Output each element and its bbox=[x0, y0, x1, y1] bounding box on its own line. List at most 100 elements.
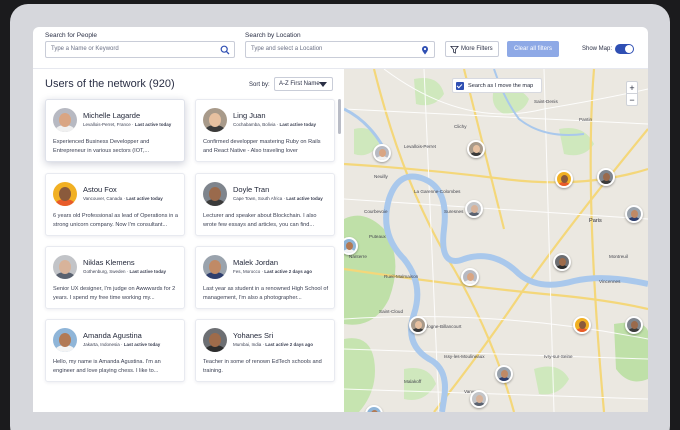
avatar-face bbox=[59, 187, 71, 201]
search-location-placeholder: Type and select a Location bbox=[251, 46, 323, 52]
map-user-pin[interactable] bbox=[625, 205, 643, 223]
map-label: Suresnes bbox=[444, 209, 464, 214]
avatar[interactable] bbox=[203, 182, 227, 206]
map-user-pin[interactable] bbox=[555, 170, 573, 188]
user-name[interactable]: Ling Juan bbox=[233, 111, 266, 120]
search-as-move-checkbox[interactable]: Search as I move the map bbox=[452, 78, 542, 93]
user-card[interactable]: Doyle Tran Cape Town, South Africa · Last… bbox=[195, 173, 335, 236]
user-bio: Experienced Business Developper and Entr… bbox=[53, 139, 150, 154]
map-label: Saint-Denis bbox=[534, 99, 558, 104]
map-user-pin[interactable] bbox=[470, 390, 488, 408]
search-people-input[interactable]: Type a Name or Keyword bbox=[45, 41, 235, 58]
user-last-active: Last active today bbox=[279, 122, 317, 127]
user-card[interactable]: Malek Jordan Fes, Morocco · Last active 2… bbox=[195, 246, 335, 309]
map-label: Malakoff bbox=[404, 379, 422, 384]
avatar-face bbox=[209, 333, 221, 347]
map-user-pin[interactable] bbox=[553, 253, 571, 271]
map-user-pin[interactable] bbox=[467, 140, 485, 158]
user-last-active: Last active today bbox=[126, 196, 163, 201]
map-user-pin[interactable] bbox=[461, 268, 479, 286]
user-name[interactable]: Doyle Tran bbox=[233, 185, 269, 194]
map-panel[interactable]: Saint-Denis Clichy Pantin Levallois-Perret N… bbox=[344, 69, 648, 412]
user-name[interactable]: Amanda Agustina bbox=[83, 331, 142, 340]
pin-avatar-face bbox=[346, 242, 353, 250]
user-last-active: Last active today bbox=[129, 269, 167, 274]
avatar[interactable] bbox=[203, 255, 227, 279]
list-title: Users of the network (920) bbox=[45, 78, 175, 90]
user-location: Vancouver, Canada bbox=[83, 196, 123, 201]
user-meta: Cochabamba, Bolivia · Last active today bbox=[233, 122, 317, 127]
user-last-active: Last active today bbox=[134, 122, 172, 127]
user-location: Mumbai, India bbox=[233, 342, 262, 347]
avatar[interactable] bbox=[203, 328, 227, 352]
pin-avatar-face bbox=[379, 149, 386, 157]
search-location-input[interactable]: Type and select a Location bbox=[245, 41, 435, 58]
pin-avatar-face bbox=[603, 173, 610, 181]
map-user-pin[interactable] bbox=[625, 316, 643, 334]
show-map-toggle[interactable] bbox=[615, 44, 634, 54]
avatar-face bbox=[209, 187, 221, 201]
map-label: Puteaux bbox=[369, 234, 386, 239]
user-last-active: Last active 2 days ago bbox=[264, 269, 313, 274]
pin-avatar-face bbox=[579, 321, 586, 329]
map-user-pin[interactable] bbox=[465, 200, 483, 218]
map-canvas bbox=[344, 69, 648, 412]
user-bio: Lecturer and speaker about Blockchain. I… bbox=[203, 213, 317, 228]
user-meta: Cape Town, South Africa · Last active to… bbox=[233, 196, 323, 201]
search-icon[interactable] bbox=[220, 45, 230, 55]
list-scrollbar[interactable] bbox=[338, 99, 341, 134]
pin-avatar-face bbox=[631, 321, 638, 329]
user-name[interactable]: Malek Jordan bbox=[233, 258, 278, 267]
map-label: Montreuil bbox=[609, 254, 628, 259]
map-user-pin[interactable] bbox=[409, 316, 427, 334]
sort-by-label: Sort by: bbox=[249, 82, 270, 88]
filter-icon bbox=[450, 45, 459, 54]
user-location: Cochabamba, Bolivia bbox=[233, 122, 276, 127]
sort-select[interactable]: A-Z First Name bbox=[274, 77, 333, 91]
avatar-face bbox=[209, 260, 221, 274]
clear-filters-button[interactable]: Clear all filters bbox=[507, 41, 559, 57]
location-pin-icon[interactable] bbox=[420, 45, 430, 55]
user-card[interactable]: Astou Fox Vancouver, Canada · Last active… bbox=[45, 173, 185, 236]
map-user-pin[interactable] bbox=[495, 365, 513, 383]
pin-avatar-face bbox=[561, 175, 568, 183]
map-label: Vincennes bbox=[599, 279, 621, 284]
avatar[interactable] bbox=[203, 108, 227, 132]
user-meta: Gothenburg, Sweden · Last active today bbox=[83, 269, 167, 274]
user-name[interactable]: Astou Fox bbox=[83, 185, 117, 194]
user-name[interactable]: Michelle Lagarde bbox=[83, 111, 140, 120]
user-name[interactable]: Niklas Klemens bbox=[83, 258, 135, 267]
zoom-out-button[interactable]: − bbox=[627, 94, 637, 106]
user-location: Cape Town, South Africa bbox=[233, 196, 283, 201]
map-label: Nanterre bbox=[349, 254, 367, 259]
user-meta: Fes, Morocco · Last active 2 days ago bbox=[233, 269, 313, 274]
more-filters-button[interactable]: More Filters bbox=[445, 41, 499, 57]
avatar[interactable] bbox=[53, 108, 77, 132]
map-label: Saint-Cloud bbox=[379, 309, 404, 314]
pin-avatar-face bbox=[559, 258, 566, 266]
avatar[interactable] bbox=[53, 255, 77, 279]
pin-avatar-face bbox=[371, 410, 378, 412]
user-card[interactable]: Amanda Agustina Jakarta, Indonesia · Last… bbox=[45, 319, 185, 382]
user-card[interactable]: Ling Juan Cochabamba, Bolivia · Last acti… bbox=[195, 99, 335, 162]
user-name[interactable]: Yohanes Sri bbox=[233, 331, 273, 340]
user-meta: Jakarta, Indonesia · Last active today bbox=[83, 342, 161, 347]
pin-avatar-face bbox=[473, 145, 480, 153]
user-card[interactable]: Niklas Klemens Gothenburg, Sweden · Last … bbox=[45, 246, 185, 309]
map-user-pin[interactable] bbox=[373, 144, 391, 162]
avatar[interactable] bbox=[53, 328, 77, 352]
map-user-pin[interactable] bbox=[573, 316, 591, 334]
more-filters-label: More Filters bbox=[461, 46, 493, 52]
user-card[interactable]: Michelle Lagarde Levallois-Perret, France… bbox=[45, 99, 185, 162]
map-label: Pantin bbox=[579, 117, 593, 122]
zoom-in-button[interactable]: + bbox=[627, 82, 637, 94]
search-people-placeholder: Type a Name or Keyword bbox=[51, 46, 119, 52]
map-user-pin[interactable] bbox=[597, 168, 615, 186]
pin-avatar-face bbox=[415, 321, 422, 329]
toggle-knob bbox=[625, 45, 633, 53]
user-card[interactable]: Yohanes Sri Mumbai, India · Last active 2… bbox=[195, 319, 335, 382]
user-meta: Mumbai, India · Last active 2 days ago bbox=[233, 342, 314, 347]
user-list-panel: Users of the network (920) Sort by: A-Z … bbox=[33, 69, 344, 412]
zoom-control: + − bbox=[626, 81, 638, 106]
avatar[interactable] bbox=[53, 182, 77, 206]
